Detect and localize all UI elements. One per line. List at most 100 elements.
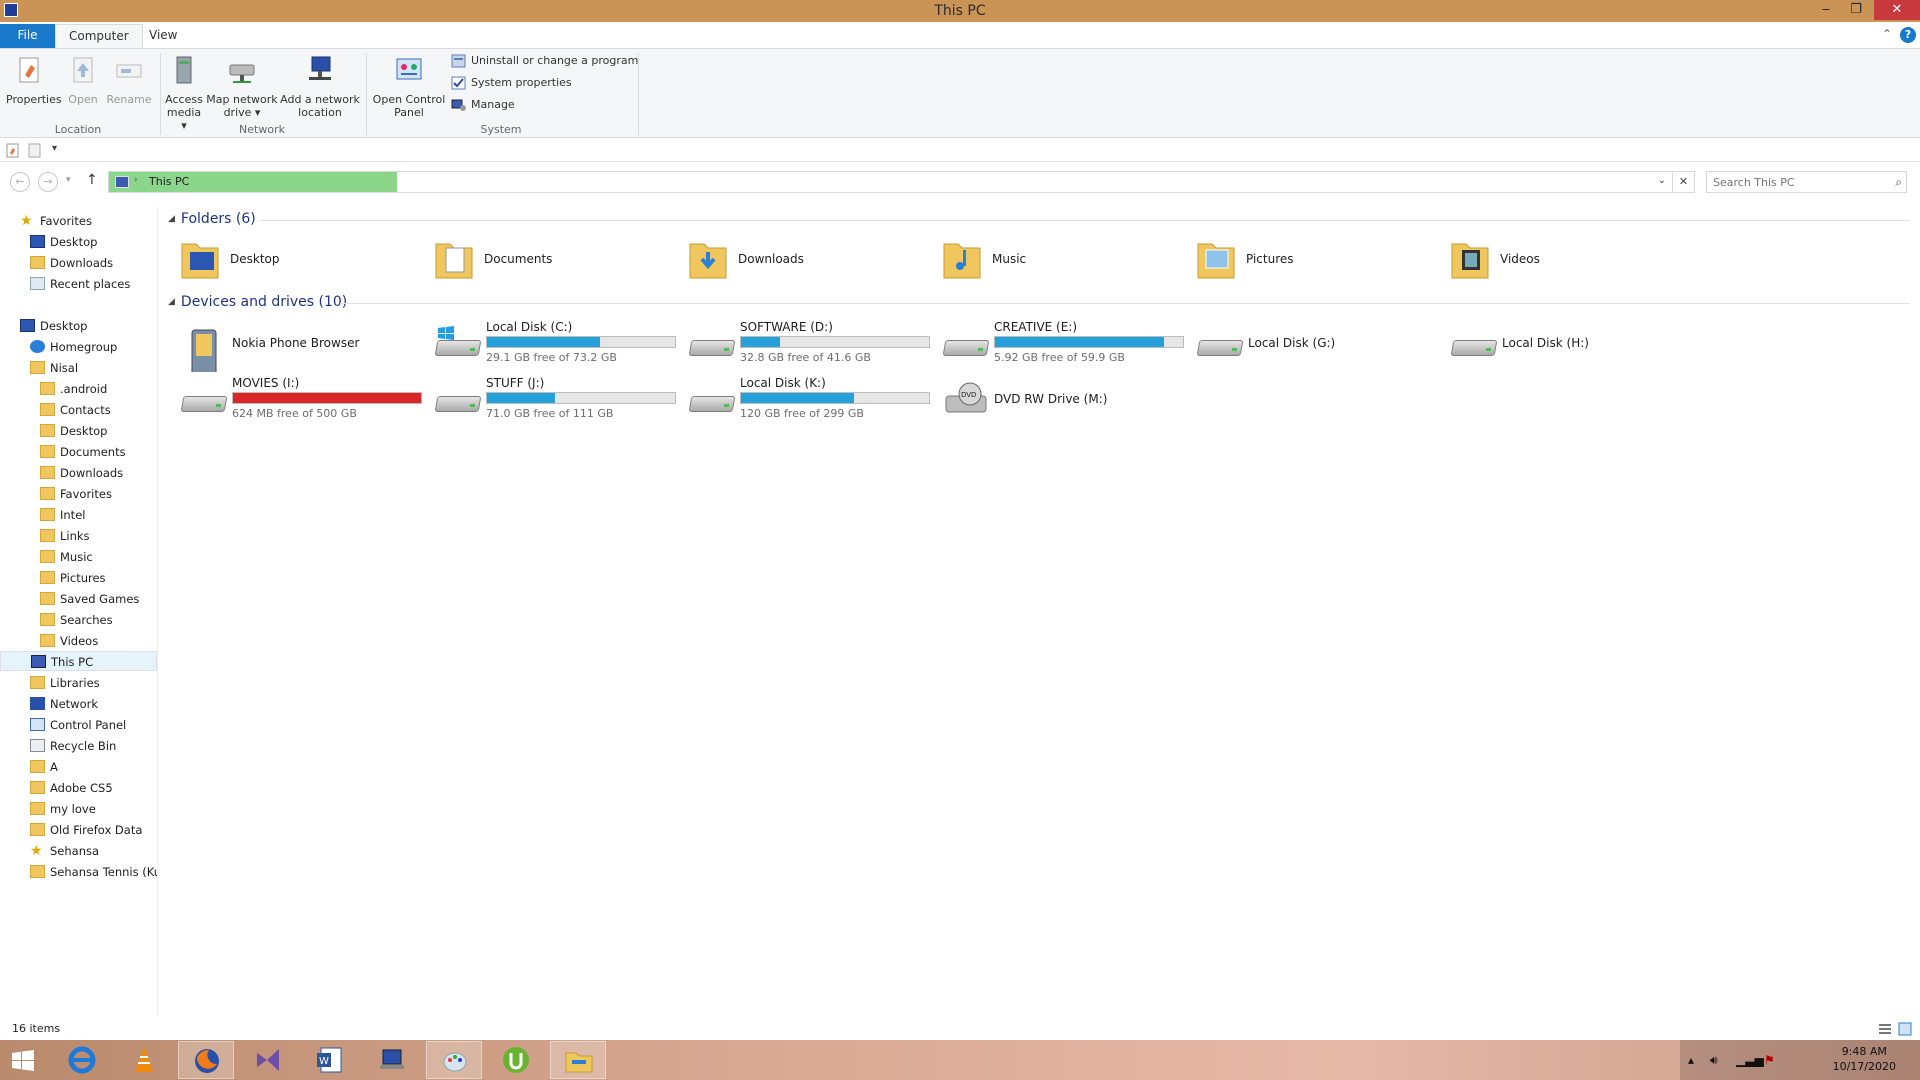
taskbar-firefox[interactable]	[178, 1041, 234, 1079]
search-input[interactable]	[1713, 173, 1883, 191]
drive-tile[interactable]: MOVIES (I:) 624 MB free of 500 GB	[180, 374, 430, 426]
nav-libraries[interactable]: Libraries	[30, 673, 100, 693]
folder-tile[interactable]: Videos	[1450, 234, 1700, 286]
up-button[interactable]: ↑	[86, 172, 98, 188]
drive-tile[interactable]: CREATIVE (E:) 5.92 GB free of 59.9 GB	[942, 318, 1192, 370]
close-button[interactable]: ✕	[1874, 0, 1920, 20]
rename-button[interactable]: Rename	[106, 55, 152, 106]
nav-fav-downloads[interactable]: Downloads	[30, 253, 113, 273]
tab-computer[interactable]: Computer	[55, 24, 143, 48]
stop-icon[interactable]: ✕	[1672, 172, 1694, 192]
taskbar-network-app[interactable]	[364, 1041, 420, 1079]
folder-tile[interactable]: Documents	[434, 234, 684, 286]
taskbar-word[interactable]: W	[302, 1041, 358, 1079]
nav-user-nisal[interactable]: Nisal	[30, 358, 78, 378]
taskbar-file-explorer[interactable]	[550, 1041, 606, 1079]
breadcrumb-chevron-icon[interactable]: ›	[134, 175, 138, 185]
uninstall-program-button[interactable]: Uninstall or change a program	[451, 52, 638, 70]
back-button[interactable]: ←	[10, 172, 30, 192]
nav-recent-places[interactable]: Recent places	[30, 274, 130, 294]
address-bar[interactable]: › This PC ⌄ ✕	[108, 171, 1695, 193]
tab-view[interactable]: View	[136, 24, 190, 48]
nav-fav-desktop[interactable]: Desktop	[30, 232, 97, 252]
nav-user-item[interactable]: Documents	[40, 442, 126, 462]
forward-button[interactable]: →	[38, 172, 58, 192]
taskbar-utorrent[interactable]	[488, 1041, 544, 1079]
nav-extra-item[interactable]: A	[30, 757, 58, 777]
new-folder-qat-icon[interactable]	[28, 143, 42, 158]
nav-extra-item[interactable]: Adobe CS5	[30, 778, 113, 798]
nav-user-item[interactable]: Desktop	[40, 421, 107, 441]
show-hidden-icons-icon[interactable]: ▴	[1688, 1053, 1694, 1067]
nav-user-item[interactable]: Intel	[40, 505, 85, 525]
taskbar-visual-studio[interactable]	[240, 1041, 296, 1079]
maximize-button[interactable]: ❐	[1842, 0, 1870, 20]
nav-extra-item[interactable]: Sehansa Tennis (Kur	[30, 862, 157, 882]
drive-tile[interactable]: STUFF (J:) 71.0 GB free of 111 GB	[434, 374, 684, 426]
map-network-drive-button[interactable]: Map network drive ▾	[206, 55, 278, 119]
nav-homegroup[interactable]: Homegroup	[30, 337, 117, 357]
nav-user-item[interactable]: Pictures	[40, 568, 106, 588]
nav-user-item[interactable]: .android	[40, 379, 107, 399]
system-properties-button[interactable]: System properties	[451, 74, 572, 92]
folder-tile[interactable]: Pictures	[1196, 234, 1446, 286]
nav-user-item[interactable]: Music	[40, 547, 93, 567]
folder-tile[interactable]: Music	[942, 234, 1192, 286]
tab-file[interactable]: File	[0, 24, 55, 48]
taskbar-internet-explorer[interactable]	[54, 1041, 110, 1079]
taskbar-vlc[interactable]	[116, 1041, 172, 1079]
folder-tile[interactable]: Desktop	[180, 234, 430, 286]
taskbar-paint[interactable]	[426, 1041, 482, 1079]
drive-tile[interactable]: Local Disk (H:)	[1450, 318, 1700, 370]
nav-extra-item[interactable]: ★ Sehansa	[30, 841, 99, 861]
nav-control-panel[interactable]: Control Panel	[30, 715, 126, 735]
nav-recycle-bin[interactable]: Recycle Bin	[30, 736, 116, 756]
minimize-button[interactable]: ‒	[1812, 0, 1840, 20]
nav-network[interactable]: Network	[30, 694, 98, 714]
nav-favorites[interactable]: ★ Favorites	[20, 211, 92, 231]
access-media-button[interactable]: Access media ▾	[164, 55, 204, 132]
folders-heading[interactable]: ◢ Folders (6)	[168, 211, 256, 227]
nav-user-item[interactable]: Videos	[40, 631, 98, 651]
clock[interactable]: 9:48 AM 10/17/2020	[1833, 1044, 1896, 1074]
drive-tile[interactable]: Local Disk (G:)	[1196, 318, 1446, 370]
drives-heading[interactable]: ◢ Devices and drives (10)	[168, 294, 347, 310]
open-button[interactable]: Open	[62, 55, 104, 106]
details-view-icon[interactable]	[1878, 1022, 1892, 1036]
search-box[interactable]: ⌕	[1706, 171, 1907, 193]
nav-this-pc[interactable]: This PC	[0, 651, 157, 671]
address-dropdown-icon[interactable]: ⌄	[1658, 175, 1666, 186]
nav-user-item[interactable]: Searches	[40, 610, 113, 630]
nav-desktop[interactable]: Desktop	[20, 316, 87, 336]
help-icon[interactable]: ?	[1900, 27, 1916, 43]
manage-button[interactable]: Manage	[451, 96, 515, 114]
drive-tile[interactable]: Nokia Phone Browser	[180, 318, 430, 375]
nav-extra-item[interactable]: my love	[30, 799, 96, 819]
drive-tile[interactable]: DVD DVD RW Drive (M:)	[942, 374, 1192, 426]
large-icons-view-icon[interactable]	[1898, 1022, 1912, 1036]
action-center-flag-icon[interactable]: ⚑	[1764, 1053, 1775, 1067]
properties-button[interactable]: Properties	[6, 55, 62, 106]
nav-extra-item[interactable]: Old Firefox Data	[30, 820, 142, 840]
volume-icon[interactable]: 🔊︎	[1710, 1053, 1718, 1068]
breadcrumb-this-pc[interactable]: This PC	[149, 175, 189, 188]
network-signal-icon[interactable]: ▁▃▅	[1736, 1053, 1764, 1067]
drive-tile[interactable]: Local Disk (K:) 120 GB free of 299 GB	[688, 374, 938, 426]
nav-user-item[interactable]: Favorites	[40, 484, 112, 504]
nav-user-item[interactable]: Contacts	[40, 400, 111, 420]
nav-user-item[interactable]: Links	[40, 526, 90, 546]
add-network-location-button[interactable]: Add a network location	[280, 55, 360, 119]
start-button[interactable]	[0, 1041, 48, 1079]
folder-tile[interactable]: Downloads	[688, 234, 938, 286]
recent-locations-icon[interactable]: ▾	[66, 175, 71, 185]
drive-tile[interactable]: Local Disk (C:) 29.1 GB free of 73.2 GB	[434, 318, 684, 370]
nav-user-item[interactable]: Downloads	[40, 463, 123, 483]
customize-qat-icon[interactable]: ▾	[52, 143, 57, 154]
nav-user-item[interactable]: Saved Games	[40, 589, 139, 609]
open-control-panel-button[interactable]: Open Control Panel	[370, 55, 448, 119]
videos-folder-icon	[40, 634, 55, 647]
drive-tile[interactable]: SOFTWARE (D:) 32.8 GB free of 41.6 GB	[688, 318, 938, 370]
properties-qat-icon[interactable]	[6, 143, 20, 158]
collapse-ribbon-icon[interactable]: ⌃	[1882, 27, 1892, 41]
search-icon[interactable]: ⌕	[1895, 175, 1902, 190]
